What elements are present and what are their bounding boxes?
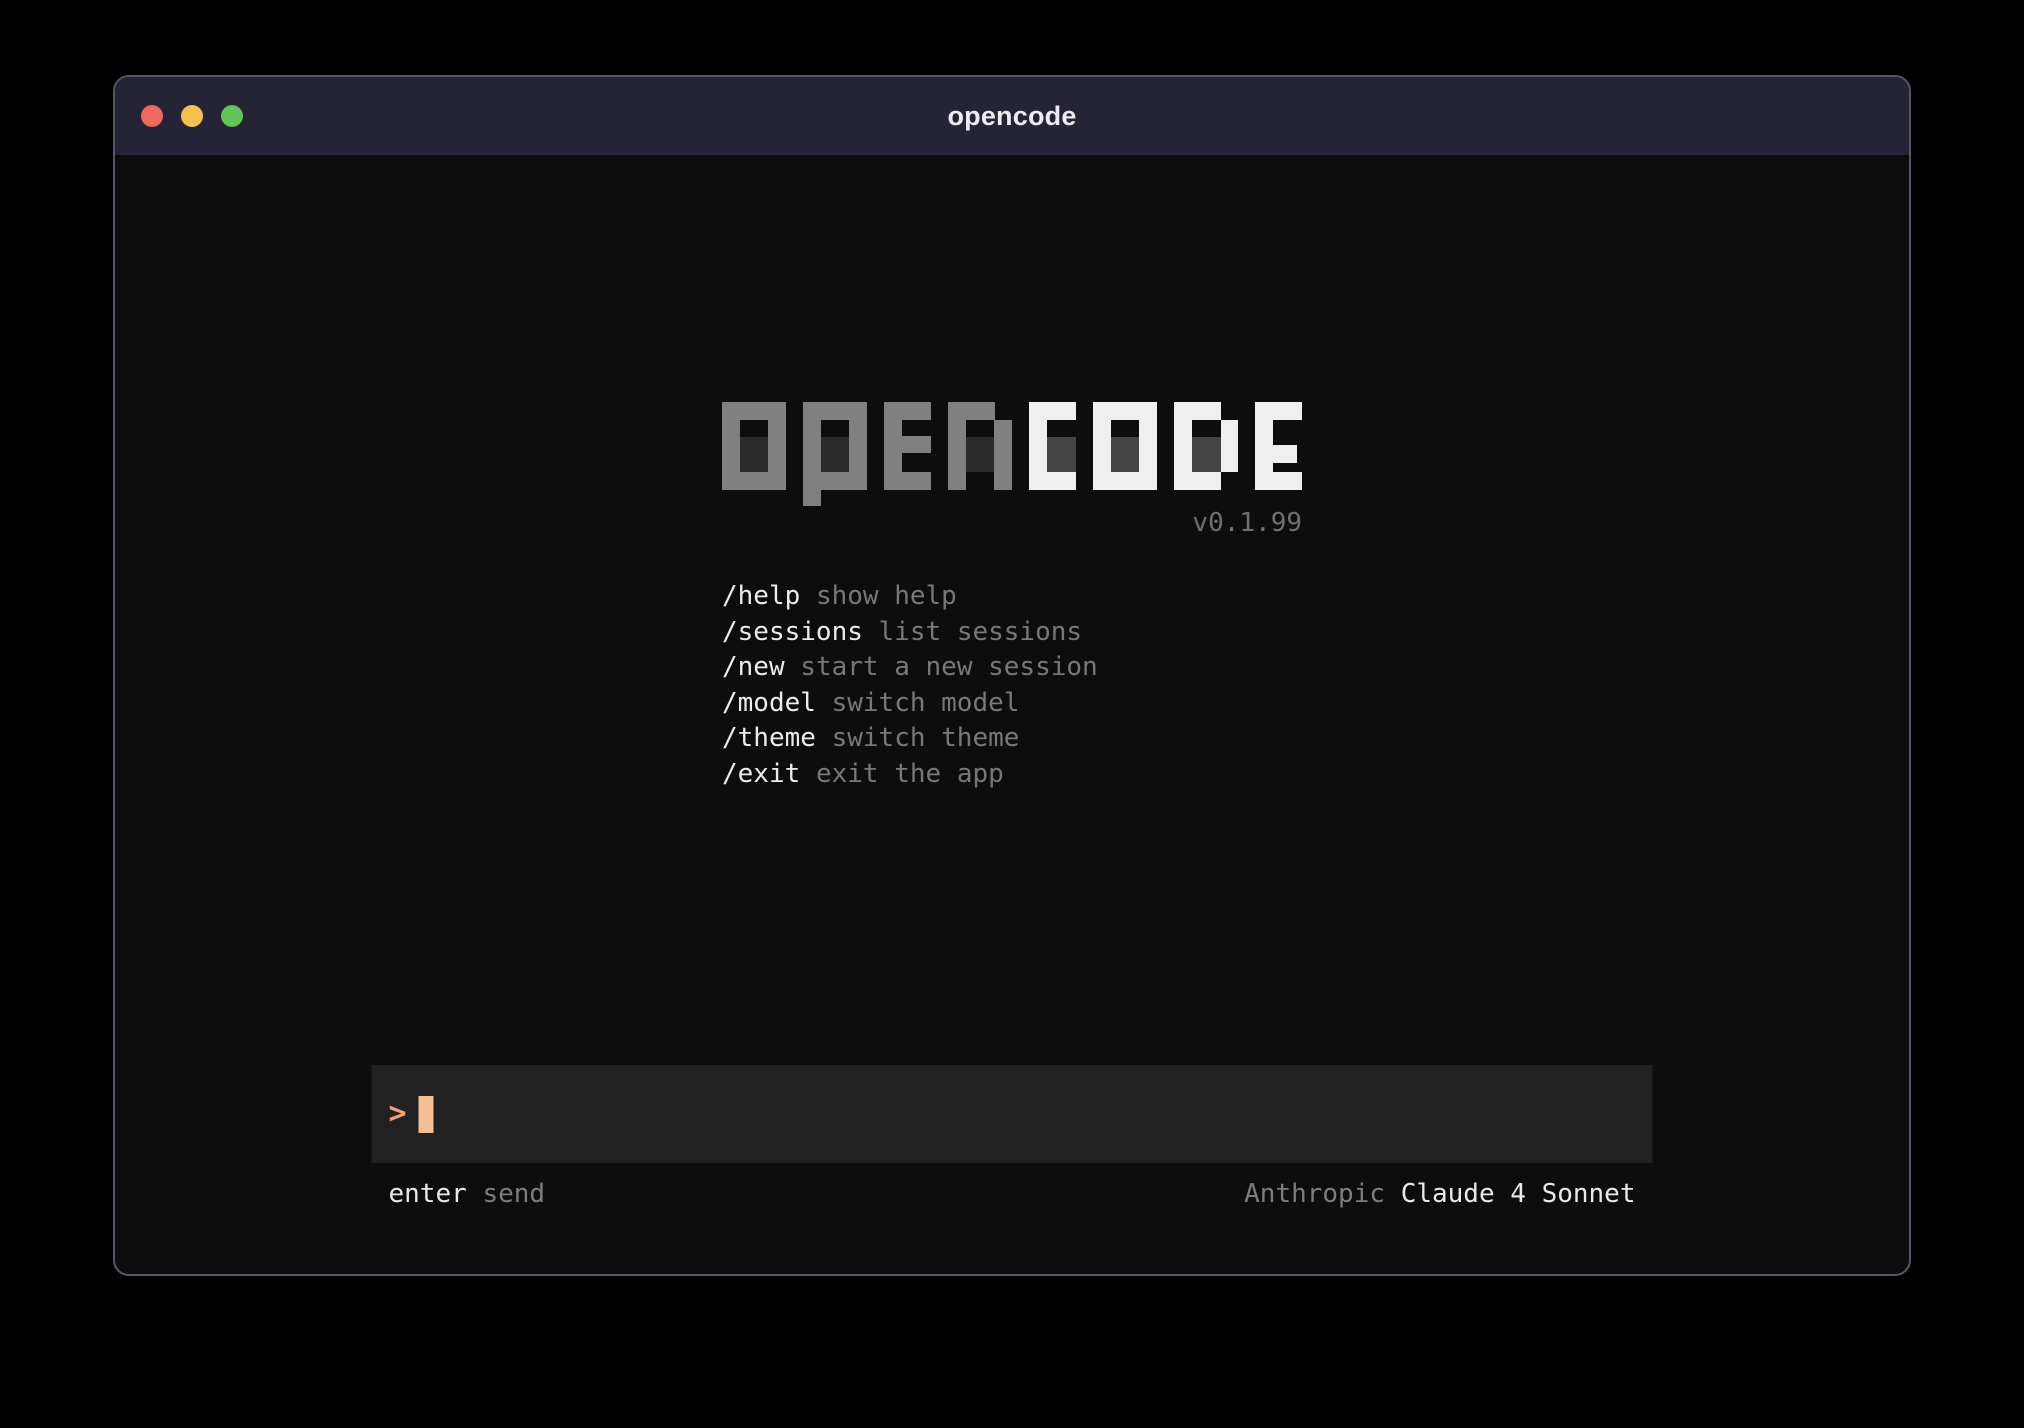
model-provider: Anthropic	[1244, 1179, 1385, 1209]
command-name: /sessions	[722, 617, 863, 647]
command-row: /model switch model	[722, 686, 1302, 722]
status-bar: enter send Anthropic Claude 4 Sonnet	[372, 1178, 1653, 1210]
command-name: /help	[722, 581, 800, 611]
command-description: exit the app	[816, 759, 1004, 789]
command-description: list sessions	[879, 617, 1083, 647]
keybind-action: send	[482, 1179, 545, 1209]
command-list: /help show help/sessions list sessions/n…	[722, 579, 1302, 792]
command-description: switch theme	[832, 723, 1020, 753]
command-row: /theme switch theme	[722, 721, 1302, 757]
command-row: /exit exit the app	[722, 757, 1302, 793]
command-row: /new start a new session	[722, 650, 1302, 686]
close-button[interactable]	[141, 105, 163, 127]
keybind-key: enter	[389, 1179, 467, 1209]
command-description: switch model	[832, 688, 1020, 718]
command-name: /exit	[722, 759, 800, 789]
prompt-symbol: >	[389, 1099, 407, 1129]
minimize-button[interactable]	[181, 105, 203, 127]
titlebar: opencode	[115, 77, 1909, 155]
opencode-window: opencode v0.1.99 /help show help/session…	[113, 75, 1911, 1276]
model-name: Claude 4 Sonnet	[1401, 1179, 1636, 1209]
main-content: v0.1.99 /help show help/sessions list se…	[115, 155, 1909, 792]
window-title: opencode	[947, 101, 1076, 132]
logo-block: v0.1.99	[722, 402, 1302, 540]
command-row: /help show help	[722, 579, 1302, 615]
opencode-pixel-logo	[722, 402, 1302, 506]
command-name: /model	[722, 688, 816, 718]
command-description: start a new session	[800, 652, 1097, 682]
command-name: /theme	[722, 723, 816, 753]
traffic-lights	[141, 77, 243, 155]
keybind-hint: enter send	[389, 1178, 546, 1210]
command-description: show help	[816, 581, 957, 611]
zoom-button[interactable]	[221, 105, 243, 127]
command-row: /sessions list sessions	[722, 615, 1302, 651]
prompt-input[interactable]: >	[372, 1065, 1653, 1163]
model-indicator: Anthropic Claude 4 Sonnet	[1244, 1178, 1635, 1210]
text-cursor	[419, 1096, 434, 1133]
version-label: v0.1.99	[722, 506, 1302, 540]
command-name: /new	[722, 652, 785, 682]
